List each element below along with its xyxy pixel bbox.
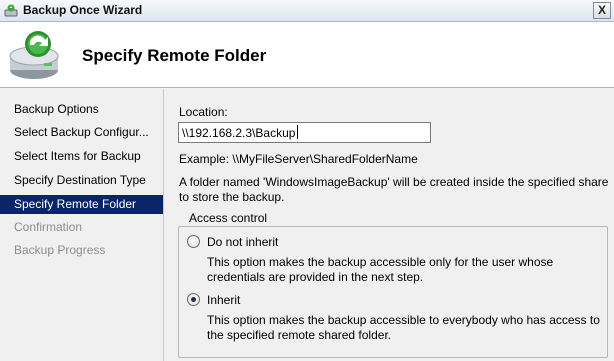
step-backup-options[interactable]: Backup Options <box>0 100 163 119</box>
example-text: Example: \\MyFileServer\SharedFolderName <box>179 152 418 166</box>
page-title: Specify Remote Folder <box>82 46 267 65</box>
inherit-radio[interactable] <box>187 293 200 306</box>
access-control-legend: Access control <box>186 211 271 225</box>
text-cursor <box>297 125 298 139</box>
info-line-1: A folder named 'WindowsImageBackup' will… <box>179 175 609 189</box>
do-not-inherit-label[interactable]: Do not inherit <box>207 235 278 249</box>
window-title: Backup Once Wizard <box>23 3 143 17</box>
step-select-items-for-backup[interactable]: Select Items for Backup <box>0 147 163 166</box>
do-not-inherit-desc-2: credentials are provided in the next ste… <box>207 270 424 284</box>
backup-app-icon <box>4 4 18 17</box>
backup-drive-icon <box>9 31 59 79</box>
do-not-inherit-desc-1: This option makes the backup accessible … <box>207 255 554 269</box>
wizard-header: Specify Remote Folder <box>0 22 614 88</box>
inherit-label[interactable]: Inherit <box>207 293 240 307</box>
location-input[interactable] <box>178 122 431 143</box>
close-button[interactable]: X <box>593 2 611 19</box>
inherit-desc-2: the specified remote shared folder. <box>207 328 392 342</box>
step-select-backup-configuration[interactable]: Select Backup Configur... <box>0 123 163 142</box>
step-specify-remote-folder[interactable]: Specify Remote Folder <box>0 195 163 214</box>
wizard-steps-sidebar: Backup Options Select Backup Configur...… <box>0 89 163 361</box>
title-bar: Backup Once Wizard X <box>0 0 614 22</box>
step-specify-destination-type[interactable]: Specify Destination Type <box>0 171 163 190</box>
main-content: Location: Example: \\MyFileServer\Shared… <box>163 89 614 361</box>
inherit-desc-1: This option makes the backup accessible … <box>207 313 600 327</box>
step-confirmation: Confirmation <box>14 220 83 234</box>
radio-selected-dot <box>191 297 196 302</box>
info-line-2: to store the backup. <box>179 190 285 204</box>
do-not-inherit-radio[interactable] <box>187 235 200 248</box>
location-label: Location: <box>179 105 228 119</box>
step-backup-progress: Backup Progress <box>14 243 106 257</box>
